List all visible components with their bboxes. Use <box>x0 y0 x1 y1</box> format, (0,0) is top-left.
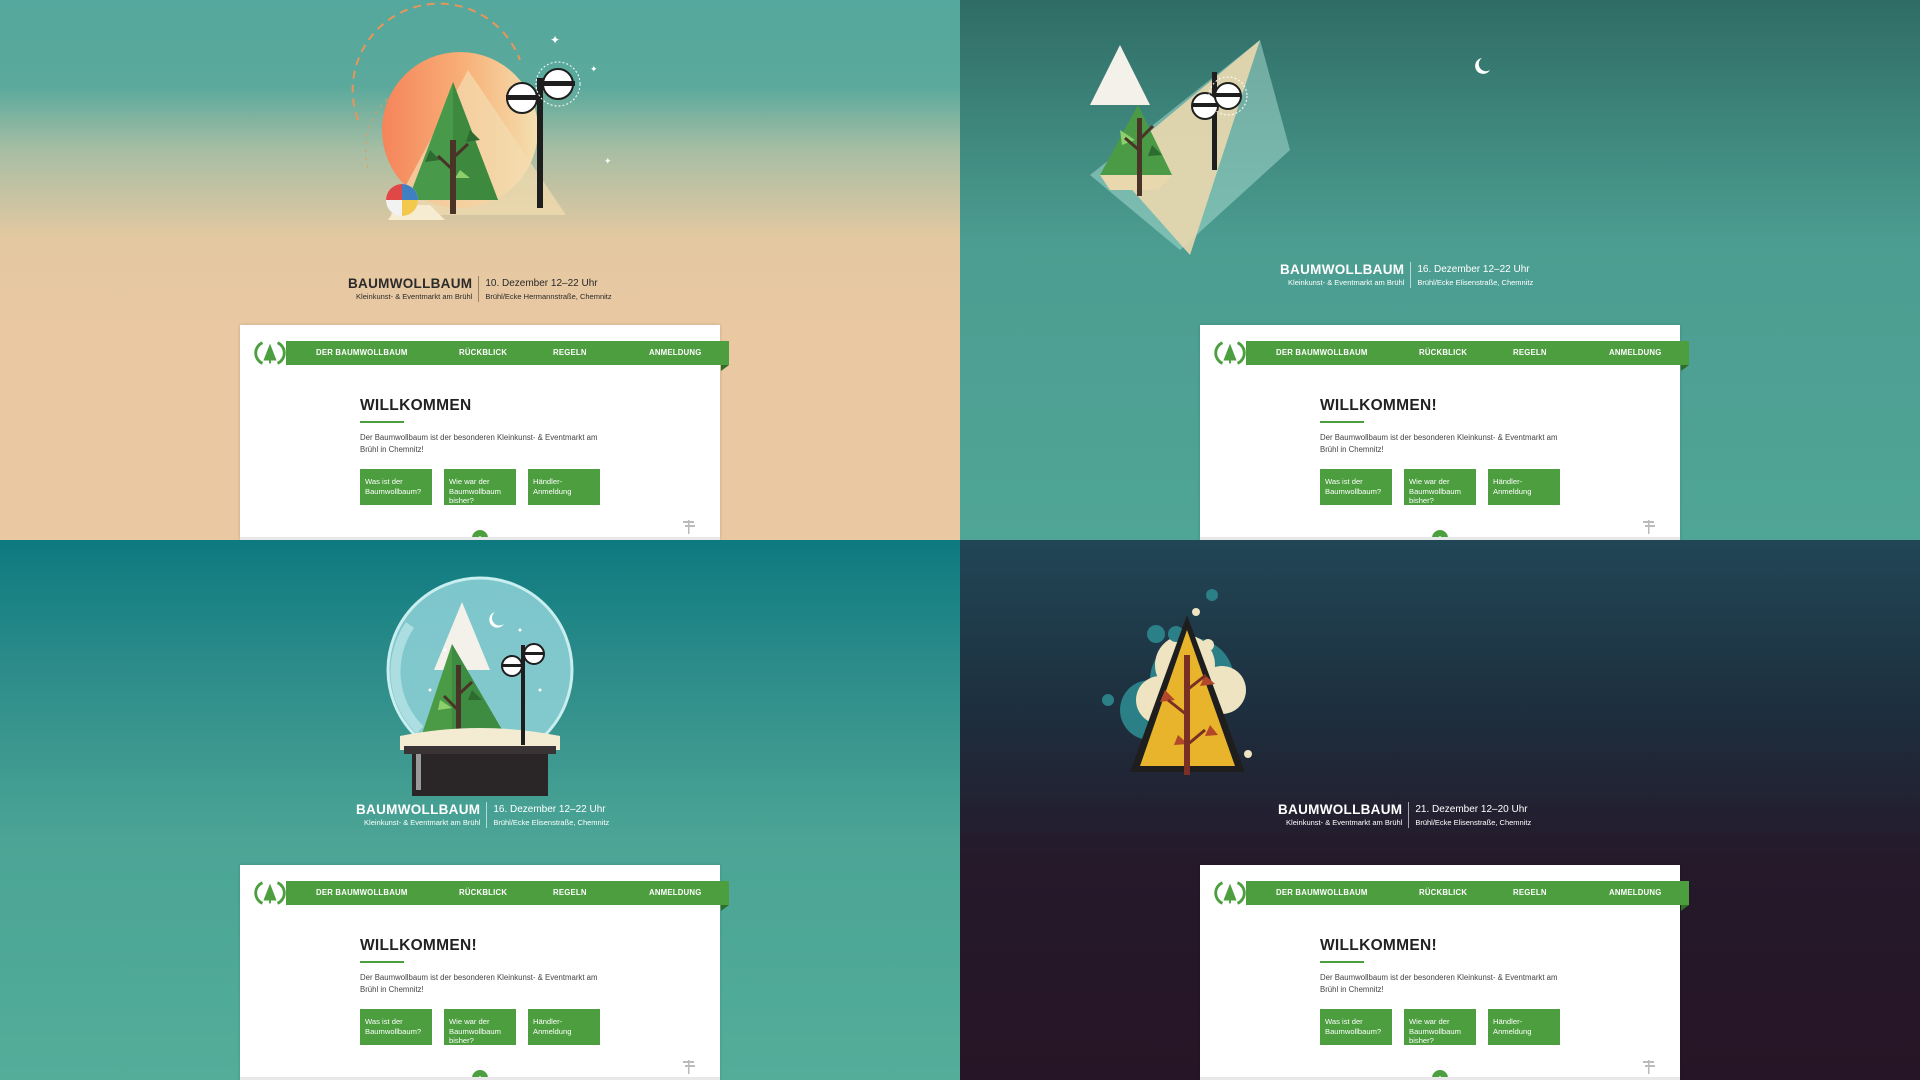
signpost-icon <box>1643 1060 1655 1074</box>
welcome-section: WILLKOMMEN! Der Baumwollbaum ist der bes… <box>1320 937 1580 1045</box>
welcome-section: WILLKOMMEN! Der Baumwollbaum ist der bes… <box>1320 397 1580 505</box>
nav-rueckblick[interactable]: RÜCKBLICK <box>459 341 507 365</box>
event-date: 16. Dezember 12–22 Uhr <box>1417 264 1530 275</box>
tree-logo-icon[interactable] <box>1214 879 1246 907</box>
tree-logo-icon[interactable] <box>254 339 286 367</box>
nav-der-baumwollbaum[interactable]: DER BAUMWOLLBAUM <box>316 341 408 365</box>
content-card: DER BAUMWOLLBAUM RÜCKBLICK REGELN ANMELD… <box>1200 865 1689 1080</box>
history-button[interactable]: Wie war der Baumwollbaum bisher? <box>444 1009 516 1045</box>
welcome-section: WILLKOMMEN! Der Baumwollbaum ist der bes… <box>360 937 620 1045</box>
nav-anmeldung[interactable]: ANMELDUNG <box>1609 881 1661 905</box>
history-button[interactable]: Wie war der Baumwollbaum bisher? <box>1404 1009 1476 1045</box>
nav-regeln[interactable]: REGELN <box>553 881 587 905</box>
main-nav: DER BAUMWOLLBAUM RÜCKBLICK REGELN ANMELD… <box>254 339 729 367</box>
brand-name: BAUMWOLLBAUM <box>1278 802 1403 817</box>
page-title: WILLKOMMEN! <box>1320 397 1437 414</box>
panel-evening: BAUMWOLLBAUM Kleinkunst- & Eventmarkt am… <box>960 0 1920 540</box>
brand-block: BAUMWOLLBAUM Kleinkunst- & Eventmarkt am… <box>1280 262 1533 288</box>
brand-block: BAUMWOLLBAUM Kleinkunst- & Eventmarkt am… <box>1278 802 1531 828</box>
tree-logo-icon[interactable] <box>1214 339 1246 367</box>
nav-rueckblick[interactable]: RÜCKBLICK <box>1419 341 1467 365</box>
event-address: Brühl/Ecke Elisenstraße, Chemnitz <box>1417 278 1534 287</box>
page-title: WILLKOMMEN! <box>360 937 477 954</box>
nav-regeln[interactable]: REGELN <box>1513 881 1547 905</box>
what-is-button[interactable]: Was ist der Baumwollbaum? <box>1320 469 1392 505</box>
event-date: 21. Dezember 12–20 Uhr <box>1415 804 1528 815</box>
signpost-icon <box>683 520 695 534</box>
event-address: Brühl/Ecke Hermannstraße, Chemnitz <box>485 292 612 301</box>
vendor-signup-button[interactable]: Händler-Anmeldung <box>528 469 600 505</box>
brand-subtitle: Kleinkunst- & Eventmarkt am Brühl <box>1286 818 1403 827</box>
content-card: DER BAUMWOLLBAUM RÜCKBLICK REGELN ANMELD… <box>1200 325 1689 540</box>
nav-anmeldung[interactable]: ANMELDUNG <box>649 341 701 365</box>
panel-snowglobe: BAUMWOLLBAUM Kleinkunst- & Eventmarkt am… <box>0 540 960 1080</box>
brand-name: BAUMWOLLBAUM <box>1280 262 1405 277</box>
what-is-button[interactable]: Was ist der Baumwollbaum? <box>1320 1009 1392 1045</box>
nav-ribbon-fold <box>1681 905 1689 911</box>
nav-ribbon-fold <box>721 365 729 371</box>
history-button[interactable]: Wie war der Baumwollbaum bisher? <box>1404 469 1476 505</box>
what-is-button[interactable]: Was ist der Baumwollbaum? <box>360 1009 432 1045</box>
welcome-section: WILLKOMMEN Der Baumwollbaum ist der beso… <box>360 397 620 505</box>
tree-logo-icon[interactable] <box>254 879 286 907</box>
main-nav: DER BAUMWOLLBAUM RÜCKBLICK REGELN ANMELD… <box>1214 879 1689 907</box>
main-nav: DER BAUMWOLLBAUM RÜCKBLICK REGELN ANMELD… <box>1214 339 1689 367</box>
main-nav: DER BAUMWOLLBAUM RÜCKBLICK REGELN ANMELD… <box>254 879 729 907</box>
intro-text: Der Baumwollbaum ist der besonderen Klei… <box>1320 973 1558 994</box>
nav-anmeldung[interactable]: ANMELDUNG <box>649 881 701 905</box>
title-underline <box>360 421 404 423</box>
svg-text:✦: ✦ <box>590 65 598 75</box>
svg-text:✦: ✦ <box>604 157 612 167</box>
nav-der-baumwollbaum[interactable]: DER BAUMWOLLBAUM <box>1276 881 1368 905</box>
intro-text: Der Baumwollbaum ist der besonderen Klei… <box>360 433 598 454</box>
nav-anmeldung[interactable]: ANMELDUNG <box>1609 341 1661 365</box>
event-address: Brühl/Ecke Elisenstraße, Chemnitz <box>1415 818 1532 827</box>
nav-der-baumwollbaum[interactable]: DER BAUMWOLLBAUM <box>1276 341 1368 365</box>
brand-block: BAUMWOLLBAUM Kleinkunst- & Eventmarkt am… <box>348 276 612 302</box>
vendor-signup-button[interactable]: Händler-Anmeldung <box>1488 1009 1560 1045</box>
content-card: DER BAUMWOLLBAUM RÜCKBLICK REGELN ANMELD… <box>240 325 729 540</box>
nav-rueckblick[interactable]: RÜCKBLICK <box>1419 881 1467 905</box>
signpost-icon <box>1643 520 1655 534</box>
vendor-signup-button[interactable]: Händler-Anmeldung <box>528 1009 600 1045</box>
history-button[interactable]: Wie war der Baumwollbaum bisher? <box>444 469 516 505</box>
panel-summer: ✦ ✦ ✦ BAUMWOLLBAUM Kleinkunst- & Eventma… <box>0 0 960 540</box>
nav-der-baumwollbaum[interactable]: DER BAUMWOLLBAUM <box>316 881 408 905</box>
title-underline <box>1320 961 1364 963</box>
nav-regeln[interactable]: REGELN <box>1513 341 1547 365</box>
brand-subtitle: Kleinkunst- & Eventmarkt am Brühl <box>1288 278 1405 287</box>
brand-block: BAUMWOLLBAUM Kleinkunst- & Eventmarkt am… <box>356 802 609 828</box>
title-underline <box>1320 421 1364 423</box>
event-date: 16. Dezember 12–22 Uhr <box>493 804 606 815</box>
page-title: WILLKOMMEN! <box>1320 937 1437 954</box>
svg-text:✦: ✦ <box>550 33 560 47</box>
brand-subtitle: Kleinkunst- & Eventmarkt am Brühl <box>356 292 473 301</box>
panel-night: BAUMWOLLBAUM Kleinkunst- & Eventmarkt am… <box>960 540 1920 1080</box>
nav-rueckblick[interactable]: RÜCKBLICK <box>459 881 507 905</box>
event-date: 10. Dezember 12–22 Uhr <box>485 278 598 289</box>
nav-regeln[interactable]: REGELN <box>553 341 587 365</box>
content-card: DER BAUMWOLLBAUM RÜCKBLICK REGELN ANMELD… <box>240 865 729 1080</box>
signpost-icon <box>683 1060 695 1074</box>
vendor-signup-button[interactable]: Händler-Anmeldung <box>1488 469 1560 505</box>
event-address: Brühl/Ecke Elisenstraße, Chemnitz <box>493 818 610 827</box>
intro-text: Der Baumwollbaum ist der besonderen Klei… <box>1320 433 1558 454</box>
brand-subtitle: Kleinkunst- & Eventmarkt am Brühl <box>364 818 481 827</box>
title-underline <box>360 961 404 963</box>
what-is-button[interactable]: Was ist der Baumwollbaum? <box>360 469 432 505</box>
brand-name: BAUMWOLLBAUM <box>356 802 481 817</box>
brand-name: BAUMWOLLBAUM <box>348 276 473 291</box>
page-title: WILLKOMMEN <box>360 397 472 414</box>
nav-ribbon-fold <box>721 905 729 911</box>
intro-text: Der Baumwollbaum ist der besonderen Klei… <box>360 973 598 994</box>
nav-ribbon-fold <box>1681 365 1689 371</box>
